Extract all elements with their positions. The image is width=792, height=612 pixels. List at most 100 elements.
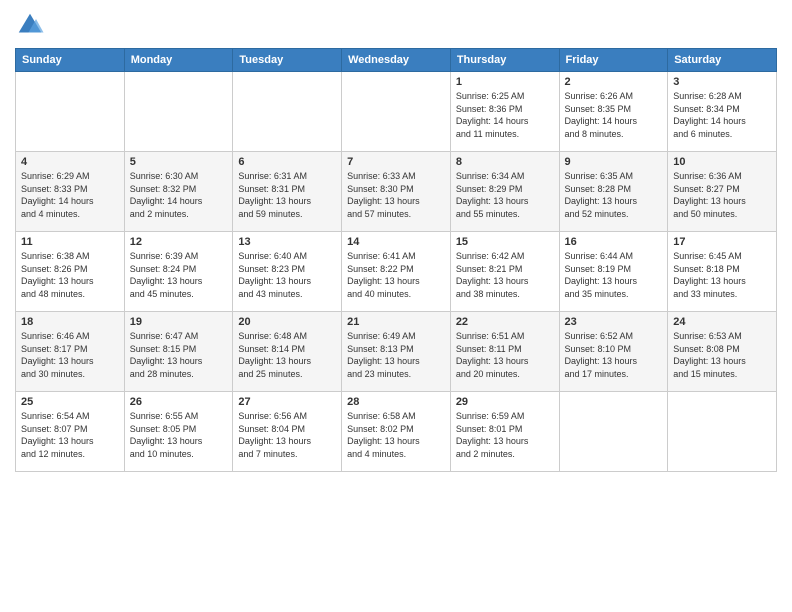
calendar-cell: 28 Sunrise: 6:58 AM Sunset: 8:02 PM Dayli… <box>342 392 451 472</box>
calendar-cell <box>124 72 233 152</box>
day-number: 19 <box>130 316 228 328</box>
day-number: 20 <box>238 316 336 328</box>
logo <box>15 10 49 40</box>
calendar-cell: 6Sunrise: 6:31 AM Sunset: 8:31 PM Daylig… <box>233 152 342 232</box>
day-number: 1 <box>456 76 554 88</box>
day-info: Sunrise: 6:51 AM Sunset: 8:11 PM Dayligh… <box>456 330 554 380</box>
day-info: Sunrise: 6:47 AM Sunset: 8:15 PM Dayligh… <box>130 330 228 380</box>
day-number: 16 <box>565 236 663 248</box>
calendar-cell: 19 Sunrise: 6:47 AM Sunset: 8:15 PM Dayli… <box>124 312 233 392</box>
day-info: Sunrise: 6:53 AM Sunset: 8:08 PM Dayligh… <box>673 330 771 380</box>
weekday-header-monday: Monday <box>124 49 233 72</box>
day-info: Sunrise: 6:25 AM Sunset: 8:36 PM Dayligh… <box>456 90 554 140</box>
calendar-cell: 25 Sunrise: 6:54 AM Sunset: 8:07 PM Dayli… <box>16 392 125 472</box>
calendar-week-4: 18 Sunrise: 6:46 AM Sunset: 8:17 PM Dayli… <box>16 312 777 392</box>
day-number: 24 <box>673 316 771 328</box>
day-info: Sunrise: 6:48 AM Sunset: 8:14 PM Dayligh… <box>238 330 336 380</box>
calendar-cell: 20 Sunrise: 6:48 AM Sunset: 8:14 PM Dayli… <box>233 312 342 392</box>
calendar-cell: 10Sunrise: 6:36 AM Sunset: 8:27 PM Dayli… <box>668 152 777 232</box>
calendar-cell: 5 Sunrise: 6:30 AM Sunset: 8:32 PM Daylig… <box>124 152 233 232</box>
logo-icon <box>15 10 45 40</box>
weekday-header-tuesday: Tuesday <box>233 49 342 72</box>
calendar-cell: 14 Sunrise: 6:41 AM Sunset: 8:22 PM Dayli… <box>342 232 451 312</box>
calendar-week-3: 11Sunrise: 6:38 AM Sunset: 8:26 PM Dayli… <box>16 232 777 312</box>
day-info: Sunrise: 6:46 AM Sunset: 8:17 PM Dayligh… <box>21 330 119 380</box>
header-section <box>15 10 777 40</box>
calendar-cell <box>668 392 777 472</box>
day-info: Sunrise: 6:40 AM Sunset: 8:23 PM Dayligh… <box>238 250 336 300</box>
day-number: 11 <box>21 236 119 248</box>
calendar-cell: 24 Sunrise: 6:53 AM Sunset: 8:08 PM Dayli… <box>668 312 777 392</box>
calendar-cell: 17 Sunrise: 6:45 AM Sunset: 8:18 PM Dayli… <box>668 232 777 312</box>
day-number: 17 <box>673 236 771 248</box>
day-info: Sunrise: 6:56 AM Sunset: 8:04 PM Dayligh… <box>238 410 336 460</box>
day-number: 6 <box>238 156 336 168</box>
calendar-cell: 8Sunrise: 6:34 AM Sunset: 8:29 PM Daylig… <box>450 152 559 232</box>
day-number: 5 <box>130 156 228 168</box>
calendar-cell: 3 Sunrise: 6:28 AM Sunset: 8:34 PM Daylig… <box>668 72 777 152</box>
calendar-cell: 7 Sunrise: 6:33 AM Sunset: 8:30 PM Daylig… <box>342 152 451 232</box>
calendar-header: SundayMondayTuesdayWednesdayThursdayFrid… <box>16 49 777 72</box>
day-info: Sunrise: 6:41 AM Sunset: 8:22 PM Dayligh… <box>347 250 445 300</box>
day-info: Sunrise: 6:36 AM Sunset: 8:27 PM Dayligh… <box>673 170 771 220</box>
day-number: 14 <box>347 236 445 248</box>
weekday-header-thursday: Thursday <box>450 49 559 72</box>
day-number: 2 <box>565 76 663 88</box>
day-info: Sunrise: 6:39 AM Sunset: 8:24 PM Dayligh… <box>130 250 228 300</box>
day-info: Sunrise: 6:52 AM Sunset: 8:10 PM Dayligh… <box>565 330 663 380</box>
calendar-week-5: 25 Sunrise: 6:54 AM Sunset: 8:07 PM Dayli… <box>16 392 777 472</box>
day-number: 26 <box>130 396 228 408</box>
calendar-cell: 4Sunrise: 6:29 AM Sunset: 8:33 PM Daylig… <box>16 152 125 232</box>
day-info: Sunrise: 6:30 AM Sunset: 8:32 PM Dayligh… <box>130 170 228 220</box>
calendar-cell: 16 Sunrise: 6:44 AM Sunset: 8:19 PM Dayli… <box>559 232 668 312</box>
calendar-cell: 21Sunrise: 6:49 AM Sunset: 8:13 PM Dayli… <box>342 312 451 392</box>
day-number: 7 <box>347 156 445 168</box>
weekday-header-saturday: Saturday <box>668 49 777 72</box>
calendar-cell: 18 Sunrise: 6:46 AM Sunset: 8:17 PM Dayli… <box>16 312 125 392</box>
calendar-cell: 9 Sunrise: 6:35 AM Sunset: 8:28 PM Daylig… <box>559 152 668 232</box>
day-info: Sunrise: 6:35 AM Sunset: 8:28 PM Dayligh… <box>565 170 663 220</box>
day-number: 15 <box>456 236 554 248</box>
day-info: Sunrise: 6:45 AM Sunset: 8:18 PM Dayligh… <box>673 250 771 300</box>
weekday-header-sunday: Sunday <box>16 49 125 72</box>
day-info: Sunrise: 6:54 AM Sunset: 8:07 PM Dayligh… <box>21 410 119 460</box>
calendar-cell: 29 Sunrise: 6:59 AM Sunset: 8:01 PM Dayli… <box>450 392 559 472</box>
day-number: 22 <box>456 316 554 328</box>
day-info: Sunrise: 6:59 AM Sunset: 8:01 PM Dayligh… <box>456 410 554 460</box>
weekday-header-wednesday: Wednesday <box>342 49 451 72</box>
calendar-cell <box>559 392 668 472</box>
calendar-cell: 13Sunrise: 6:40 AM Sunset: 8:23 PM Dayli… <box>233 232 342 312</box>
calendar-cell: 26 Sunrise: 6:55 AM Sunset: 8:05 PM Dayli… <box>124 392 233 472</box>
calendar-week-1: 1 Sunrise: 6:25 AM Sunset: 8:36 PM Daylig… <box>16 72 777 152</box>
day-info: Sunrise: 6:28 AM Sunset: 8:34 PM Dayligh… <box>673 90 771 140</box>
day-info: Sunrise: 6:58 AM Sunset: 8:02 PM Dayligh… <box>347 410 445 460</box>
day-number: 18 <box>21 316 119 328</box>
day-info: Sunrise: 6:29 AM Sunset: 8:33 PM Dayligh… <box>21 170 119 220</box>
calendar-cell: 12 Sunrise: 6:39 AM Sunset: 8:24 PM Dayli… <box>124 232 233 312</box>
calendar-cell: 11Sunrise: 6:38 AM Sunset: 8:26 PM Dayli… <box>16 232 125 312</box>
calendar-cell <box>342 72 451 152</box>
calendar-week-2: 4Sunrise: 6:29 AM Sunset: 8:33 PM Daylig… <box>16 152 777 232</box>
day-number: 29 <box>456 396 554 408</box>
day-info: Sunrise: 6:55 AM Sunset: 8:05 PM Dayligh… <box>130 410 228 460</box>
calendar-cell <box>233 72 342 152</box>
day-number: 12 <box>130 236 228 248</box>
calendar-cell: 1 Sunrise: 6:25 AM Sunset: 8:36 PM Daylig… <box>450 72 559 152</box>
day-number: 21 <box>347 316 445 328</box>
day-number: 9 <box>565 156 663 168</box>
calendar-cell: 23Sunrise: 6:52 AM Sunset: 8:10 PM Dayli… <box>559 312 668 392</box>
day-number: 28 <box>347 396 445 408</box>
day-info: Sunrise: 6:44 AM Sunset: 8:19 PM Dayligh… <box>565 250 663 300</box>
day-info: Sunrise: 6:33 AM Sunset: 8:30 PM Dayligh… <box>347 170 445 220</box>
day-info: Sunrise: 6:42 AM Sunset: 8:21 PM Dayligh… <box>456 250 554 300</box>
day-number: 3 <box>673 76 771 88</box>
calendar-cell: 15 Sunrise: 6:42 AM Sunset: 8:21 PM Dayli… <box>450 232 559 312</box>
day-info: Sunrise: 6:26 AM Sunset: 8:35 PM Dayligh… <box>565 90 663 140</box>
calendar-cell: 22 Sunrise: 6:51 AM Sunset: 8:11 PM Dayli… <box>450 312 559 392</box>
calendar-cell <box>16 72 125 152</box>
day-number: 25 <box>21 396 119 408</box>
calendar-cell: 2 Sunrise: 6:26 AM Sunset: 8:35 PM Daylig… <box>559 72 668 152</box>
calendar-cell: 27Sunrise: 6:56 AM Sunset: 8:04 PM Dayli… <box>233 392 342 472</box>
day-number: 8 <box>456 156 554 168</box>
weekday-header-friday: Friday <box>559 49 668 72</box>
